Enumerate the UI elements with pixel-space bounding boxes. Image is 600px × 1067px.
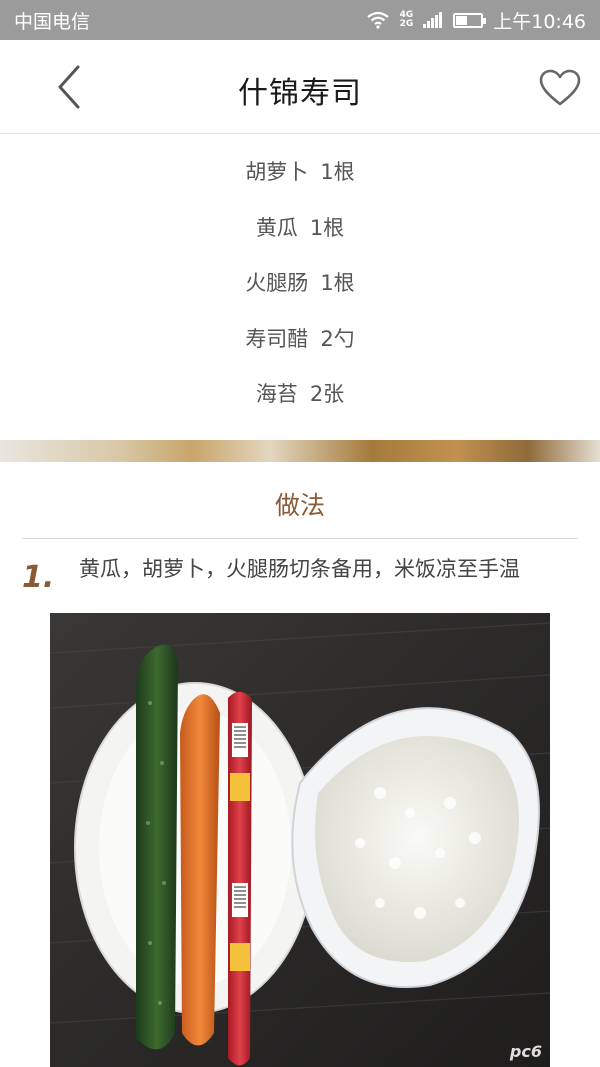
network-type-bottom: 2G [399, 19, 414, 29]
favorite-button[interactable] [536, 64, 584, 112]
signal-icon [423, 12, 443, 28]
ingredient-item: 火腿肠 1根 [0, 267, 600, 297]
clock: 上午10:46 [493, 10, 586, 33]
carrier-label: 中国电信 [14, 10, 91, 33]
method-divider [22, 538, 578, 539]
network-type: 4G 2G [400, 11, 414, 29]
ingredient-qty: 1根 [309, 216, 345, 240]
step-photo-image [50, 613, 550, 1067]
ingredient-name: 黄瓜 [255, 216, 298, 240]
status-indicators: 4G 2G 上午10:46 [366, 7, 586, 34]
ingredient-name: 火腿肠 [245, 271, 309, 295]
ingredient-item: 寿司醋 2勺 [0, 323, 600, 353]
ingredient-qty: 1根 [320, 271, 355, 295]
ingredient-item: 海苔 2张 [0, 378, 600, 408]
method-title: 做法 [274, 491, 325, 520]
wifi-icon [366, 11, 389, 29]
ingredient-qty: 2张 [309, 382, 345, 406]
ingredient-name: 寿司醋 [245, 327, 309, 351]
ingredients-list: 胡萝卜 1根 黄瓜 1根 火腿肠 1根 寿司醋 2勺 海苔 2张 [0, 134, 600, 440]
step-number: 1. [22, 560, 55, 595]
battery-icon [453, 12, 487, 28]
ingredient-name: 海苔 [255, 382, 298, 406]
status-bar: 中国电信 4G 2G 上午10:46 [0, 0, 600, 40]
method-section: 做法 1. 黄瓜，胡萝卜，火腿肠切条备用，米饭凉至手温 pc6 [0, 462, 600, 1067]
ingredient-item: 胡萝卜 1根 [0, 156, 600, 186]
heart-outline-icon [539, 69, 581, 106]
ingredient-qty: 1根 [320, 160, 355, 184]
watermark-logo: pc6 [509, 1042, 542, 1061]
step-text: 黄瓜，胡萝卜，火腿肠切条备用，米饭凉至手温 [79, 557, 520, 581]
ingredient-name: 胡萝卜 [245, 160, 309, 184]
app-header: 什锦寿司 [0, 40, 600, 134]
ingredient-item: 黄瓜 1根 [0, 212, 600, 242]
step-photo[interactable]: pc6 [50, 613, 550, 1067]
cover-photo-strip [0, 440, 600, 462]
page-title: 什锦寿司 [238, 76, 362, 111]
ingredient-qty: 2勺 [320, 327, 355, 351]
